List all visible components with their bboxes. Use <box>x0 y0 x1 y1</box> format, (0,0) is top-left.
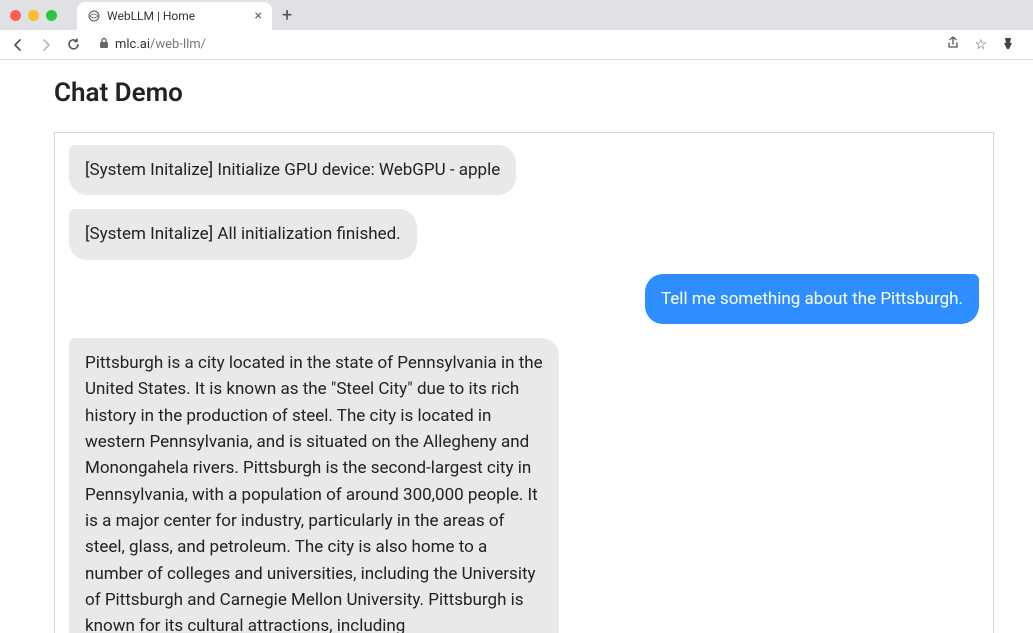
maximize-window-button[interactable] <box>46 10 57 21</box>
lock-icon <box>99 37 109 52</box>
new-tab-button[interactable]: + <box>282 5 292 26</box>
window-controls <box>10 10 57 21</box>
close-tab-icon[interactable]: × <box>255 8 262 24</box>
chat-container: [System Initalize] Initialize GPU device… <box>54 132 994 633</box>
bookmark-icon[interactable]: ☆ <box>974 37 987 53</box>
back-button[interactable] <box>10 37 26 53</box>
forward-button[interactable] <box>38 37 54 53</box>
nav-bar: mlc.ai/web-llm/ ☆ <box>0 30 1033 60</box>
url-host: mlc.ai <box>115 37 150 52</box>
browser-chrome: WebLLM | Home × + mlc.ai/web-llm/ ☆ <box>0 0 1033 60</box>
browser-tab[interactable]: WebLLM | Home × <box>77 2 272 30</box>
close-window-button[interactable] <box>10 10 21 21</box>
reload-button[interactable] <box>66 37 81 52</box>
address-bar[interactable]: mlc.ai/web-llm/ <box>93 37 934 52</box>
tab-bar: WebLLM | Home × + <box>0 0 1033 30</box>
page-title: Chat Demo <box>54 78 1033 108</box>
system-message: [System Initalize] All initialization fi… <box>69 209 417 259</box>
tab-title: WebLLM | Home <box>107 9 249 23</box>
profile-icon[interactable] <box>1001 36 1015 54</box>
system-message: [System Initalize] Initialize GPU device… <box>69 145 516 195</box>
minimize-window-button[interactable] <box>28 10 39 21</box>
favicon-icon <box>87 9 101 23</box>
assistant-message: Pittsburgh is a city located in the stat… <box>69 338 559 633</box>
toolbar-right: ☆ <box>946 36 1023 54</box>
url-path: /web-llm/ <box>150 37 206 52</box>
user-message: Tell me something about the Pittsburgh. <box>645 274 979 324</box>
share-icon[interactable] <box>946 36 960 54</box>
page-content: Chat Demo [System Initalize] Initialize … <box>0 60 1033 633</box>
